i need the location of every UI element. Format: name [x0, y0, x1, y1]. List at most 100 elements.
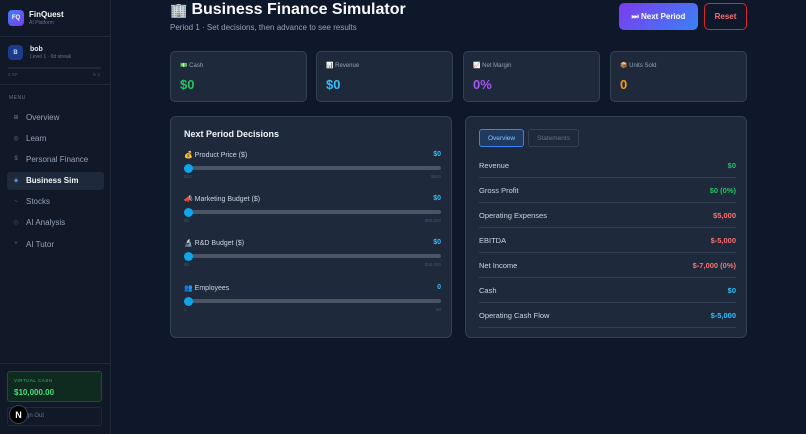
brand-title: FinQuest: [29, 10, 64, 19]
dollar-icon: $: [14, 156, 18, 163]
fin-row-operating-cash-flow: Operating Cash Flow $-5,000: [479, 303, 736, 328]
money-bag-icon: 💰: [184, 152, 193, 159]
stat-label: 💵 Cash: [180, 63, 204, 69]
sidebar-item-label: AI Analysis: [26, 218, 66, 228]
sidebar-item-label: Business Sim: [26, 176, 79, 186]
menu-label: MENU: [9, 95, 26, 101]
stat-label: 📦 Units Sold: [620, 63, 657, 69]
fin-row-value: $0: [727, 160, 736, 170]
next-period-button[interactable]: ⏭ Next Period: [619, 3, 698, 30]
fin-row-revenue: Revenue $0: [479, 153, 736, 178]
slider-employees: 👥 Employees 0 1 50: [184, 284, 441, 312]
fin-row-value: $0: [727, 285, 736, 295]
xp-current: 0 XP: [8, 72, 18, 77]
tab-overview[interactable]: Overview: [479, 129, 525, 147]
page-title: 🏢 Business Finance Simulator: [170, 1, 406, 19]
stat-card-units-sold: 📦 Units Sold 0: [610, 51, 747, 102]
target-icon: ◎: [13, 135, 19, 142]
fin-row-label: Gross Profit: [479, 185, 519, 195]
user-profile[interactable]: B bob Level 1 · 0d streak: [8, 45, 71, 60]
sidebar-item-label: Learn: [26, 133, 47, 143]
reset-button[interactable]: Reset: [704, 3, 747, 30]
stat-card-cash: 💵 Cash $0: [170, 51, 307, 102]
plus-icon: +: [14, 241, 18, 248]
tab-statements[interactable]: Statements: [528, 129, 579, 147]
results-tabs: Overview Statements: [479, 129, 583, 147]
stat-value: $0: [326, 77, 341, 92]
slider-marketing-budget: 📣 Marketing Budget ($) $0 $0 $50,000: [184, 195, 441, 223]
slider-rd-budget: 🔬 R&D Budget ($) $0 $0 $30,000: [184, 239, 441, 267]
rd-budget-slider[interactable]: [184, 251, 441, 261]
sign-out-label: gn Out: [26, 413, 45, 419]
stat-label: 📊 Revenue: [326, 63, 360, 69]
box-icon: 📦: [620, 63, 628, 69]
slider-max: $500: [430, 174, 441, 179]
slider-thumb[interactable]: [184, 296, 193, 306]
slider-min: $0: [184, 262, 190, 267]
sidebar-item-personal-finance[interactable]: $ Personal Finance: [7, 150, 104, 168]
virtual-cash-label: VIRTUAL CASH: [14, 378, 53, 383]
virtual-cash-value: $10,000.00: [14, 388, 55, 397]
user-name: bob: [30, 45, 43, 53]
divider: [0, 84, 111, 85]
sidebar-item-ai-tutor[interactable]: + AI Tutor: [7, 235, 104, 253]
slider-value: $0: [433, 239, 441, 246]
stat-value: 0%: [473, 77, 492, 92]
slider-thumb[interactable]: [184, 251, 193, 261]
grid-icon: ⊞: [13, 114, 19, 121]
slider-label: 👥 Employees: [184, 285, 230, 292]
user-level: Level 1 · 0d streak: [30, 53, 72, 60]
stat-card-revenue: 📊 Revenue $0: [316, 51, 453, 102]
sidebar-item-overview[interactable]: ⊞ Overview: [7, 108, 104, 126]
divider: [0, 363, 111, 364]
fin-row-label: Operating Expenses: [479, 210, 547, 220]
slider-label: 📣 Marketing Budget ($): [184, 196, 261, 203]
slider-product-price: 💰 Product Price ($) $0 $10 $500: [184, 151, 441, 179]
trend-icon: ~: [14, 198, 18, 205]
fin-row-value: $5,000: [713, 210, 736, 220]
results-panel: Overview Statements Revenue $0 Gross Profi…: [465, 116, 747, 338]
decisions-title: Next Period Decisions: [184, 129, 280, 139]
employees-slider[interactable]: [184, 296, 441, 306]
marketing-budget-slider[interactable]: [184, 207, 441, 217]
slider-max: 50: [435, 307, 441, 312]
sidebar-item-learn[interactable]: ◎ Learn: [7, 129, 104, 147]
slider-label: 🔬 R&D Budget ($): [184, 240, 245, 247]
brand-logo: FQ: [8, 10, 24, 26]
fin-row-label: Revenue: [479, 160, 510, 170]
sidebar-item-business-sim[interactable]: ◈ Business Sim: [7, 171, 104, 190]
people-icon: 👥: [184, 285, 193, 292]
slider-max: $50,000: [424, 218, 441, 223]
slider-value: $0: [433, 151, 441, 158]
sidebar-item-label: Personal Finance: [26, 154, 89, 164]
sidebar-item-ai-analysis[interactable]: ◇ AI Analysis: [7, 214, 104, 232]
stat-label: 📈 Net Margin: [473, 63, 512, 69]
stat-value: 0: [620, 77, 628, 92]
fin-row-label: EBITDA: [479, 235, 507, 245]
product-price-slider[interactable]: [184, 163, 441, 173]
sidebar: FQ FinQuest AI Platform B bob Level 1 · …: [0, 0, 111, 434]
trend-up-icon: 📈: [473, 63, 481, 69]
fin-row-value: $-5,000: [710, 310, 736, 320]
sidebar-item-label: Stocks: [26, 197, 51, 207]
n-logo-icon[interactable]: N: [9, 405, 28, 424]
fin-row-ebitda: EBITDA $-5,000: [479, 228, 736, 253]
building-icon: 🏢: [170, 1, 188, 18]
sidebar-item-stocks[interactable]: ~ Stocks: [7, 193, 104, 211]
slider-thumb[interactable]: [184, 207, 193, 217]
fin-row-gross-profit: Gross Profit $0 (0%): [479, 178, 736, 203]
slider-value: $0: [433, 195, 441, 202]
diamond-icon: ◈: [13, 178, 19, 185]
brand[interactable]: FQ FinQuest AI Platform: [8, 10, 64, 26]
fin-row-label: Cash: [479, 285, 497, 295]
fin-row-label: Net Income: [479, 260, 518, 270]
slider-min: $0: [184, 218, 190, 223]
fin-row-value: $0 (0%): [709, 185, 736, 195]
bar-chart-icon: 📊: [326, 63, 334, 69]
virtual-cash-card: VIRTUAL CASH $10,000.00: [7, 371, 102, 402]
microscope-icon: 🔬: [184, 240, 193, 247]
cash-icon: 💵: [180, 63, 188, 69]
avatar: B: [8, 45, 23, 60]
slider-thumb[interactable]: [184, 163, 193, 173]
sidebar-nav: ⊞ Overview ◎ Learn $ Personal Finance ◈ …: [7, 108, 104, 256]
